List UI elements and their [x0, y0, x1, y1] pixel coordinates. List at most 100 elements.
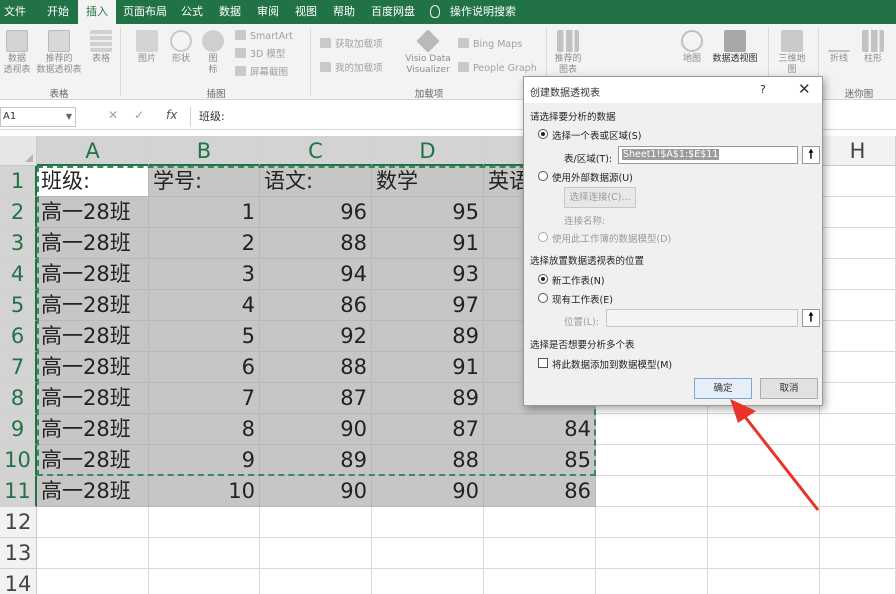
cell-h5[interactable]	[820, 290, 896, 321]
cell-a1[interactable]: 班级:	[37, 166, 149, 197]
cell-c11[interactable]: 90	[260, 476, 372, 507]
cell-g11[interactable]	[708, 476, 820, 507]
collapse-location-button[interactable]: 🠕	[802, 309, 820, 327]
row-header-2[interactable]: 2	[0, 197, 37, 228]
cell-a6[interactable]: 高一28班	[37, 321, 149, 352]
radio-new-worksheet-label[interactable]: 新工作表(N)	[552, 273, 605, 287]
radio-new-worksheet[interactable]	[538, 274, 548, 284]
cell-h13[interactable]	[820, 538, 896, 569]
cell-h8[interactable]	[820, 383, 896, 414]
cell-g10[interactable]	[708, 445, 820, 476]
get-addins-button[interactable]: 获取加载项	[320, 38, 383, 51]
my-addins-button[interactable]: 我的加载项	[320, 62, 383, 75]
cell-a12[interactable]	[37, 507, 149, 538]
tab-page-layout[interactable]: 页面布局	[118, 0, 172, 24]
cell-f9[interactable]	[596, 414, 708, 445]
radio-external-source[interactable]	[538, 171, 548, 181]
radio-data-model[interactable]	[538, 232, 548, 242]
cell-a5[interactable]: 高一28班	[37, 290, 149, 321]
radio-select-range-label[interactable]: 选择一个表或区域(S)	[552, 128, 641, 142]
cell-b2[interactable]: 1	[149, 197, 260, 228]
cell-d2[interactable]: 95	[372, 197, 484, 228]
cell-f14[interactable]	[596, 569, 708, 594]
tab-insert[interactable]: 插入	[78, 0, 116, 24]
cell-e13[interactable]	[484, 538, 596, 569]
cell-c4[interactable]: 94	[260, 259, 372, 290]
column-header-a[interactable]: A	[37, 136, 149, 166]
column-header-h[interactable]: H	[820, 136, 896, 166]
row-header-3[interactable]: 3	[0, 228, 37, 259]
pivottable-button[interactable]: 数据 透视表	[2, 30, 32, 76]
cell-h3[interactable]	[820, 228, 896, 259]
insert-function-button[interactable]: fx	[166, 108, 177, 122]
tab-file[interactable]: 文件	[0, 0, 30, 24]
cell-d3[interactable]: 91	[372, 228, 484, 259]
column-header-b[interactable]: B	[149, 136, 260, 166]
cell-b5[interactable]: 4	[149, 290, 260, 321]
sparkline-line-button[interactable]: 折线	[826, 30, 852, 65]
cell-d13[interactable]	[372, 538, 484, 569]
people-graph-button[interactable]: People Graph	[458, 62, 537, 75]
cell-g9[interactable]	[708, 414, 820, 445]
cell-b12[interactable]	[149, 507, 260, 538]
cell-h14[interactable]	[820, 569, 896, 594]
cell-a10[interactable]: 高一28班	[37, 445, 149, 476]
cell-d12[interactable]	[372, 507, 484, 538]
cell-h11[interactable]	[820, 476, 896, 507]
row-header-9[interactable]: 9	[0, 414, 37, 445]
recommended-charts-button[interactable]: 推荐的 图表	[552, 30, 584, 76]
cell-a9[interactable]: 高一28班	[37, 414, 149, 445]
row-header-7[interactable]: 7	[0, 352, 37, 383]
row-header-1[interactable]: 1	[0, 166, 37, 197]
cell-d4[interactable]: 93	[372, 259, 484, 290]
cell-h9[interactable]	[820, 414, 896, 445]
cell-c12[interactable]	[260, 507, 372, 538]
cell-a8[interactable]: 高一28班	[37, 383, 149, 414]
cell-c9[interactable]: 90	[260, 414, 372, 445]
cell-h12[interactable]	[820, 507, 896, 538]
radio-existing-worksheet[interactable]	[538, 293, 548, 303]
cell-d1[interactable]: 数学	[372, 166, 484, 197]
cell-b13[interactable]	[149, 538, 260, 569]
cell-d10[interactable]: 88	[372, 445, 484, 476]
cancel-icon[interactable]: ✕	[108, 108, 134, 122]
add-to-data-model-checkbox[interactable]	[538, 358, 548, 368]
cell-d14[interactable]	[372, 569, 484, 594]
close-icon[interactable]: ✕	[798, 80, 811, 98]
cell-d6[interactable]: 89	[372, 321, 484, 352]
cell-e11[interactable]: 86	[484, 476, 596, 507]
tab-data[interactable]: 数据	[212, 0, 248, 24]
table-button[interactable]: 表格	[88, 30, 114, 65]
row-header-14[interactable]: 14	[0, 569, 37, 594]
shapes-button[interactable]: 形状	[168, 30, 194, 65]
cell-b11[interactable]: 10	[149, 476, 260, 507]
cell-h4[interactable]	[820, 259, 896, 290]
column-header-c[interactable]: C	[260, 136, 372, 166]
pivotchart-button[interactable]: 数据透视图	[710, 30, 760, 65]
bing-maps-button[interactable]: Bing Maps	[458, 38, 522, 51]
cell-a11[interactable]: 高一28班	[37, 476, 149, 507]
cell-b4[interactable]: 3	[149, 259, 260, 290]
add-to-data-model-label[interactable]: 将此数据添加到数据模型(M)	[552, 357, 672, 371]
tab-review[interactable]: 审阅	[250, 0, 286, 24]
tab-home[interactable]: 开始	[38, 0, 78, 24]
cell-h10[interactable]	[820, 445, 896, 476]
cell-b8[interactable]: 7	[149, 383, 260, 414]
cell-h1[interactable]	[820, 166, 896, 197]
maps-button[interactable]: 地图	[678, 30, 706, 65]
ok-button[interactable]: 确定	[694, 378, 752, 399]
row-header-13[interactable]: 13	[0, 538, 37, 569]
collapse-range-button[interactable]: 🠕	[802, 146, 820, 164]
enter-icon[interactable]: ✓	[134, 108, 160, 122]
radio-external-source-label[interactable]: 使用外部数据源(U)	[552, 170, 633, 184]
tell-me-search[interactable]: 操作说明搜索	[450, 0, 540, 24]
cell-g13[interactable]	[708, 538, 820, 569]
tab-help[interactable]: 帮助	[326, 0, 362, 24]
tab-formulas[interactable]: 公式	[174, 0, 210, 24]
cell-h6[interactable]	[820, 321, 896, 352]
cancel-button[interactable]: 取消	[760, 378, 818, 399]
cell-b10[interactable]: 9	[149, 445, 260, 476]
tab-view[interactable]: 视图	[288, 0, 324, 24]
help-button[interactable]: ?	[760, 83, 766, 96]
cell-h7[interactable]	[820, 352, 896, 383]
